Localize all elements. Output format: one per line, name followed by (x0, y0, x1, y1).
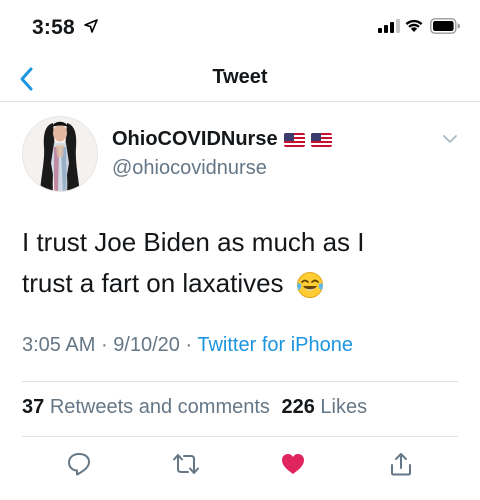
tweet-header: OhioCOVIDNurse @ohiocovidnurse (0, 112, 480, 202)
divider (22, 381, 458, 382)
share-icon[interactable] (388, 451, 414, 477)
page-title: Tweet (212, 66, 268, 88)
tweet-text-line: I trust Joe Biden as much as I (22, 227, 365, 257)
status-time: 3:58 (32, 16, 75, 39)
likes-stat[interactable]: 226 Likes (281, 396, 367, 418)
tweet-source-link[interactable]: Twitter for iPhone (197, 334, 353, 356)
display-name[interactable]: OhioCOVIDNurse (112, 128, 278, 151)
likes-count: 226 (281, 396, 315, 418)
cellular-signal-icon (378, 19, 400, 33)
tweet-text-line-2: trust a fart on laxatives (22, 263, 462, 304)
chevron-down-icon[interactable] (442, 134, 458, 144)
retweets-label: Retweets and comments (49, 396, 270, 418)
us-flag-icon (310, 132, 332, 147)
location-arrow-icon (84, 19, 98, 33)
divider (22, 436, 458, 437)
us-flag-icon (283, 132, 305, 147)
retweet-icon[interactable] (172, 451, 200, 477)
tweet-action-bar (0, 448, 480, 488)
meta-separator: · (100, 334, 108, 356)
like-heart-icon[interactable] (280, 451, 306, 477)
battery-icon (430, 18, 460, 34)
avatar[interactable] (22, 116, 98, 192)
retweets-stat[interactable]: 37 Retweets and comments (22, 396, 275, 418)
display-name-row[interactable]: OhioCOVIDNurse (112, 128, 332, 151)
meta-separator: · (185, 334, 193, 356)
retweets-count: 37 (22, 396, 45, 418)
nav-bar: Tweet (0, 58, 480, 102)
tweet-time: 3:05 AM (22, 334, 96, 356)
likes-label: Likes (320, 396, 368, 418)
reply-icon[interactable] (66, 451, 92, 477)
status-bar: 3:58 (0, 0, 480, 58)
face-with-tears-of-joy-icon (296, 272, 323, 299)
tweet-text-line: trust a fart on laxatives (22, 268, 284, 298)
wifi-icon (405, 19, 423, 32)
tweet-meta: 3:05 AM · 9/10/20 · Twitter for iPhone (22, 334, 353, 357)
user-handle[interactable]: @ohiocovidnurse (112, 157, 267, 180)
tweet-stats: 37 Retweets and comments 226 Likes (22, 396, 367, 419)
tweet-text: I trust Joe Biden as much as I trust a f… (22, 222, 462, 304)
tweet-date: 9/10/20 (113, 334, 180, 356)
avatar-illustration-icon (23, 117, 97, 191)
